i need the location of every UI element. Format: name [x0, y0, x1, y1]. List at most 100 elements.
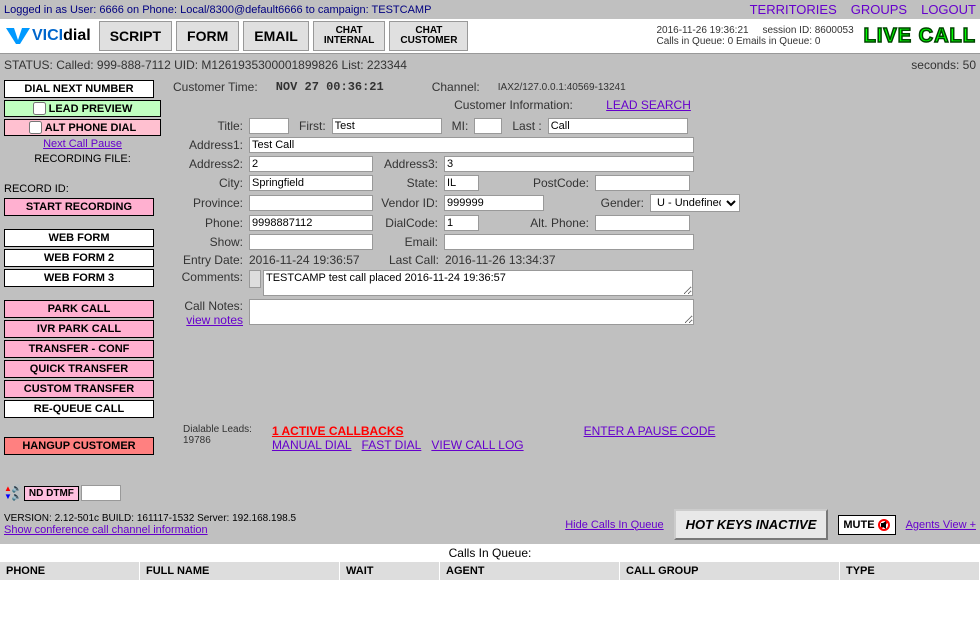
login-status: Logged in as User: 6666 on Phone: Local/…: [4, 4, 431, 16]
comments-toggle-icon[interactable]: [249, 270, 261, 288]
web-form-2-button[interactable]: WEB FORM 2: [4, 249, 154, 267]
session-line1: 2016-11-26 19:36:21 session ID: 8600053: [656, 25, 853, 36]
channel-value: IAX2/127.0.0.1:40569-13241: [498, 82, 626, 93]
cust-time-label: Customer Time:: [173, 80, 258, 94]
hangup-customer-button[interactable]: HANGUP CUSTOMER: [4, 437, 154, 455]
header: VICIdial SCRIPT FORM EMAIL CHATINTERNAL …: [0, 19, 980, 54]
quick-transfer-button[interactable]: QUICK TRANSFER: [4, 360, 154, 378]
gender-select[interactable]: U - Undefined: [650, 194, 740, 212]
sidebar: DIAL NEXT NUMBER LEAD PREVIEW ALT PHONE …: [0, 76, 165, 505]
lead-preview-toggle[interactable]: LEAD PREVIEW: [4, 100, 161, 117]
dialable-value: 19786: [183, 435, 252, 446]
park-call-button[interactable]: PARK CALL: [4, 300, 154, 318]
cust-info-label: Customer Information:: [454, 98, 573, 112]
pause-code-link[interactable]: ENTER A PAUSE CODE: [584, 424, 716, 438]
live-call-badge: LIVE CALL: [864, 25, 976, 48]
record-id-label: RECORD ID:: [4, 183, 161, 195]
address1-field[interactable]: [249, 137, 694, 153]
tab-chat-internal[interactable]: CHATINTERNAL: [313, 21, 386, 51]
province-field[interactable]: [249, 195, 373, 211]
logout-link[interactable]: LOGOUT: [921, 2, 976, 17]
col-phone: PHONE: [0, 562, 140, 580]
active-callbacks-link[interactable]: 1 ACTIVE CALLBACKS: [272, 424, 404, 438]
tab-script[interactable]: SCRIPT: [99, 21, 172, 51]
show-field[interactable]: [249, 234, 373, 250]
session-line2: Calls in Queue: 0 Emails in Queue: 0: [656, 36, 853, 47]
seconds-text: seconds: 50: [911, 58, 976, 72]
dtmf-input[interactable]: [81, 485, 121, 501]
dialcode-field[interactable]: [444, 215, 479, 231]
dtmf-row: ▲🔊 ▼🔊 ND DTMF: [4, 485, 161, 501]
custom-transfer-button[interactable]: CUSTOM TRANSFER: [4, 380, 154, 398]
dtmf-button[interactable]: ND DTMF: [24, 486, 79, 501]
ivr-park-call-button[interactable]: IVR PARK CALL: [4, 320, 154, 338]
web-form-3-button[interactable]: WEB FORM 3: [4, 269, 154, 287]
address2-field[interactable]: [249, 156, 373, 172]
email-field[interactable]: [444, 234, 694, 250]
alt-phone-checkbox[interactable]: [29, 121, 42, 134]
title-field[interactable]: [249, 118, 289, 134]
version-text: VERSION: 2.12-501c BUILD: 161117-1532 Se…: [4, 513, 296, 524]
channel-label: Channel:: [432, 80, 480, 94]
start-recording-button[interactable]: START RECORDING: [4, 198, 154, 216]
mi-field[interactable]: [474, 118, 502, 134]
queue-section: Calls In Queue: PHONE FULL NAME WAIT AGE…: [0, 544, 980, 630]
territories-link[interactable]: TERRITORIES: [750, 2, 837, 17]
dial-next-button[interactable]: DIAL NEXT NUMBER: [4, 80, 154, 98]
session-info: 2016-11-26 19:36:21 session ID: 8600053 …: [656, 25, 853, 47]
altphone-field[interactable]: [595, 215, 690, 231]
volume-arrows[interactable]: ▲🔊 ▼🔊: [4, 485, 22, 501]
next-call-pause-link[interactable]: Next Call Pause: [4, 138, 161, 150]
logo-text: VICIdial: [32, 27, 91, 45]
mute-icon: [877, 518, 891, 532]
hotkeys-button[interactable]: HOT KEYS INACTIVE: [674, 509, 829, 540]
address3-field[interactable]: [444, 156, 694, 172]
conference-info-link[interactable]: Show conference call channel information: [4, 524, 208, 536]
tab-chat-customer[interactable]: CHATCUSTOMER: [389, 21, 468, 51]
view-call-log-link[interactable]: VIEW CALL LOG: [431, 438, 523, 452]
requeue-call-button[interactable]: RE-QUEUE CALL: [4, 400, 154, 418]
logo-icon: [4, 26, 32, 46]
mute-button[interactable]: MUTE: [838, 515, 895, 535]
dialable-label: Dialable Leads:: [183, 424, 252, 435]
status-text: STATUS: Called: 999-888-7112 UID: M12619…: [4, 58, 407, 72]
tab-email[interactable]: EMAIL: [243, 21, 309, 51]
fast-dial-link[interactable]: FAST DIAL: [362, 438, 422, 452]
arrow-down-icon[interactable]: ▼🔊: [4, 493, 22, 501]
alt-phone-toggle[interactable]: ALT PHONE DIAL: [4, 119, 161, 136]
web-form-button[interactable]: WEB FORM: [4, 229, 154, 247]
postcode-field[interactable]: [595, 175, 690, 191]
footer: VERSION: 2.12-501c BUILD: 161117-1532 Se…: [0, 505, 980, 544]
col-group: CALL GROUP: [620, 562, 840, 580]
last-call-value: 2016-11-26 13:34:37: [445, 253, 556, 267]
state-field[interactable]: [444, 175, 479, 191]
lead-preview-checkbox[interactable]: [33, 102, 46, 115]
city-field[interactable]: [249, 175, 373, 191]
hide-queue-link[interactable]: Hide Calls In Queue: [565, 519, 663, 531]
top-bar: Logged in as User: 6666 on Phone: Local/…: [0, 0, 980, 19]
groups-link[interactable]: GROUPS: [851, 2, 907, 17]
col-wait: WAIT: [340, 562, 440, 580]
vendor-field[interactable]: [444, 195, 544, 211]
top-links: TERRITORIES GROUPS LOGOUT: [750, 2, 976, 17]
last-field[interactable]: [548, 118, 688, 134]
manual-dial-link[interactable]: MANUAL DIAL: [272, 438, 352, 452]
logo: VICIdial: [4, 26, 91, 46]
cust-time-value: NOV 27 00:36:21: [276, 80, 384, 94]
tab-form[interactable]: FORM: [176, 21, 239, 51]
main: DIAL NEXT NUMBER LEAD PREVIEW ALT PHONE …: [0, 76, 980, 505]
lead-search-link[interactable]: LEAD SEARCH: [606, 98, 691, 112]
queue-title: Calls In Queue:: [0, 544, 980, 562]
view-notes-link[interactable]: view notes: [186, 313, 243, 327]
comments-field[interactable]: TESTCAMP test call placed 2016-11-24 19:…: [263, 270, 693, 296]
transfer-conf-button[interactable]: TRANSFER - CONF: [4, 340, 154, 358]
col-type: TYPE: [840, 562, 980, 580]
queue-header: PHONE FULL NAME WAIT AGENT CALL GROUP TY…: [0, 562, 980, 580]
tabs: SCRIPT FORM EMAIL CHATINTERNAL CHATCUSTO…: [99, 21, 469, 51]
status-row: STATUS: Called: 999-888-7112 UID: M12619…: [0, 54, 980, 76]
phone-field[interactable]: [249, 215, 373, 231]
agents-view-link[interactable]: Agents View +: [906, 519, 976, 531]
callnotes-field[interactable]: [249, 299, 694, 325]
col-name: FULL NAME: [140, 562, 340, 580]
first-field[interactable]: [332, 118, 442, 134]
